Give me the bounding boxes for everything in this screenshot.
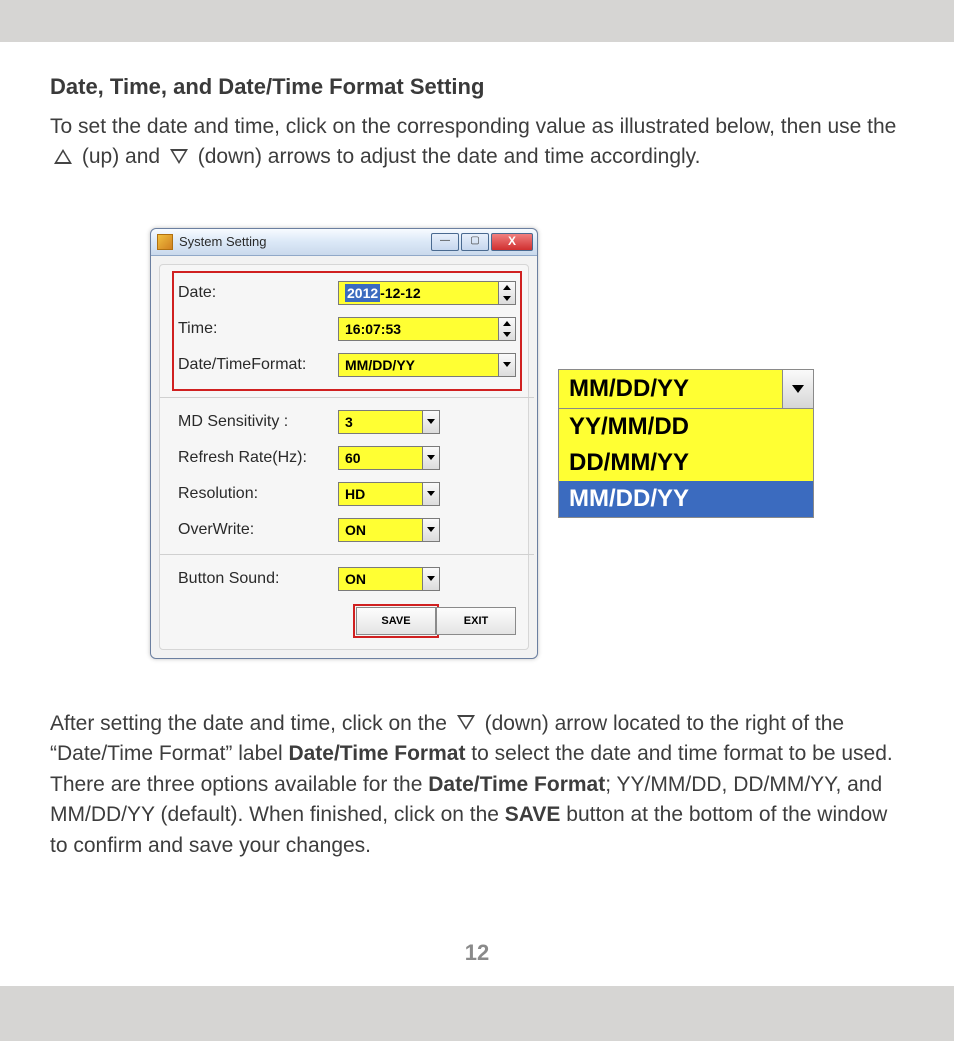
- format-field[interactable]: MM/DD/YY: [338, 353, 516, 377]
- after-paragraph: After setting the date and time, click o…: [50, 709, 904, 861]
- window-title: System Setting: [179, 234, 266, 249]
- buttonsound-dropdown-icon[interactable]: [422, 568, 439, 590]
- separator-2: [160, 554, 534, 555]
- resolution-field[interactable]: HD: [338, 482, 440, 506]
- md-value: 3: [339, 414, 422, 430]
- page-number: 12: [0, 940, 954, 966]
- chevron-down-icon[interactable]: [782, 370, 813, 408]
- refresh-dropdown-icon[interactable]: [422, 447, 439, 469]
- close-button[interactable]: X: [491, 233, 533, 251]
- overwrite-field[interactable]: ON: [338, 518, 440, 542]
- time-spinner[interactable]: [498, 318, 515, 340]
- maximize-button[interactable]: ▢: [461, 233, 489, 251]
- separator: [160, 397, 534, 398]
- time-field[interactable]: 16:07:53: [338, 317, 516, 341]
- resolution-value: HD: [339, 486, 422, 502]
- format-dropdown-detail: MM/DD/YY YY/MM/DD DD/MM/YY MM/DD/YY: [558, 369, 814, 518]
- format-option-3[interactable]: MM/DD/YY: [559, 481, 813, 517]
- md-dropdown-icon[interactable]: [422, 411, 439, 433]
- highlight-box-datetime: Date: 2012-12-12 Time: 16:07:5: [172, 271, 522, 391]
- format-dropdown-selected[interactable]: MM/DD/YY: [559, 370, 813, 409]
- overwrite-dropdown-icon[interactable]: [422, 519, 439, 541]
- figure-row: System Setting — ▢ X Date: 2012-12-12: [150, 228, 904, 659]
- intro-text-up: (up) and: [82, 145, 166, 168]
- window-icon: [157, 234, 173, 250]
- buttonsound-value: ON: [339, 571, 422, 587]
- buttonsound-field[interactable]: ON: [338, 567, 440, 591]
- date-rest: -12-12: [380, 285, 420, 301]
- time-value: 16:07:53: [339, 321, 498, 337]
- resolution-dropdown-icon[interactable]: [422, 483, 439, 505]
- format-option-2[interactable]: DD/MM/YY: [559, 445, 813, 481]
- exit-button[interactable]: EXIT: [436, 607, 516, 635]
- overwrite-label: OverWrite:: [178, 521, 338, 539]
- save-button[interactable]: SAVE: [356, 607, 436, 635]
- refresh-field[interactable]: 60: [338, 446, 440, 470]
- date-spinner[interactable]: [498, 282, 515, 304]
- resolution-label: Resolution:: [178, 485, 338, 503]
- format-dropdown-icon[interactable]: [498, 354, 515, 376]
- format-dropdown-selected-value: MM/DD/YY: [559, 375, 782, 403]
- document-page: Date, Time, and Date/Time Format Setting…: [0, 42, 954, 986]
- up-arrow-icon: [54, 149, 72, 164]
- buttonsound-label: Button Sound:: [178, 570, 338, 588]
- minimize-button[interactable]: —: [431, 233, 459, 251]
- date-label: Date:: [178, 284, 338, 302]
- refresh-label: Refresh Rate(Hz):: [178, 449, 338, 467]
- intro-paragraph: To set the date and time, click on the c…: [50, 112, 904, 173]
- date-field[interactable]: 2012-12-12: [338, 281, 516, 305]
- refresh-value: 60: [339, 450, 422, 466]
- after-bold-3: SAVE: [505, 803, 561, 826]
- md-label: MD Sensitivity :: [178, 413, 338, 431]
- window-titlebar[interactable]: System Setting — ▢ X: [151, 229, 537, 256]
- after-bold-2: Date/Time Format: [428, 773, 605, 796]
- intro-text-down: (down) arrows to adjust the date and tim…: [198, 145, 701, 168]
- down-arrow-icon: [170, 149, 188, 164]
- format-option-1[interactable]: YY/MM/DD: [559, 409, 813, 445]
- overwrite-value: ON: [339, 522, 422, 538]
- time-label: Time:: [178, 320, 338, 338]
- system-setting-window: System Setting — ▢ X Date: 2012-12-12: [150, 228, 538, 659]
- date-year-selected[interactable]: 2012: [345, 284, 380, 302]
- intro-text-a: To set the date and time, click on the c…: [50, 115, 896, 138]
- page-title: Date, Time, and Date/Time Format Setting: [50, 74, 904, 100]
- format-label: Date/TimeFormat:: [178, 356, 338, 374]
- format-value: MM/DD/YY: [339, 357, 498, 373]
- md-field[interactable]: 3: [338, 410, 440, 434]
- down-arrow-icon-2: [457, 715, 475, 730]
- after-text-a: After setting the date and time, click o…: [50, 712, 453, 735]
- after-bold-1: Date/Time Format: [288, 742, 465, 765]
